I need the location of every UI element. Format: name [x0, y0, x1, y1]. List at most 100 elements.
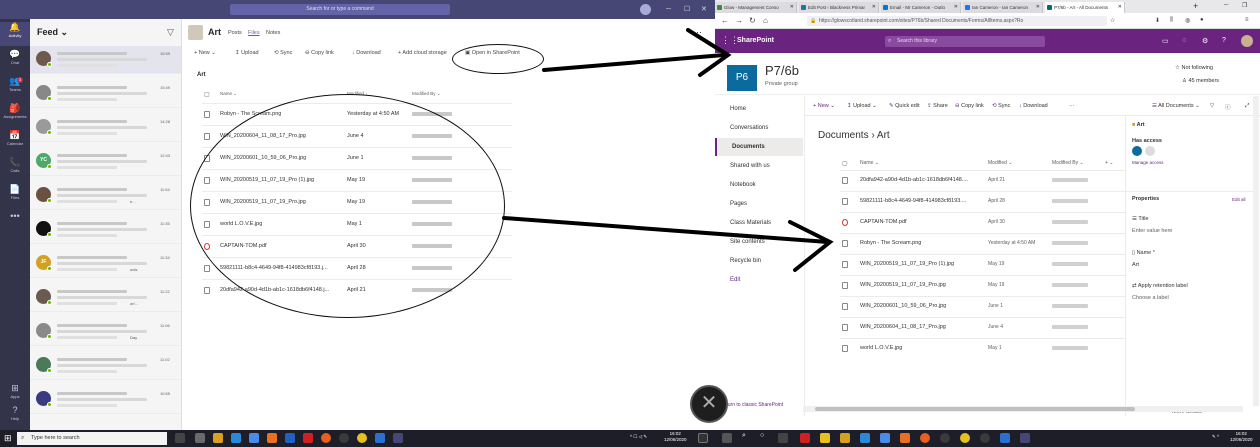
rail-item-calls[interactable]: 📞 Calls — [0, 157, 30, 181]
view-selector[interactable]: ☰ All Documents ⌄ — [1152, 103, 1200, 109]
site-logo[interactable]: P6 — [727, 65, 757, 91]
extension-icon[interactable]: ◍ — [1185, 17, 1190, 24]
table-row[interactable]: WIN_20200519_11_07_19_Pro.jpg May 19 — [840, 275, 1130, 295]
more-options-icon[interactable]: ⋯ — [693, 27, 702, 38]
outlook-icon[interactable] — [285, 433, 295, 443]
rail-item-teams[interactable]: 👥 Teams 3 — [0, 76, 30, 100]
table-row[interactable]: CAPTAIN-TOM.pdf April 30 — [840, 212, 1130, 232]
store-icon[interactable] — [267, 433, 277, 443]
user-avatar[interactable] — [1241, 35, 1253, 47]
word-icon[interactable] — [375, 433, 385, 443]
members-button[interactable]: ♙ 45 members — [1182, 78, 1219, 84]
rail-item-help[interactable]: ? Help — [0, 405, 30, 429]
file-name[interactable]: 20dfa942-a90d-4d1b-ab1c-1618db6f4148.... — [860, 177, 968, 183]
task-view-icon[interactable] — [175, 433, 185, 443]
tab-notes[interactable]: Notes — [266, 30, 280, 36]
app-icon[interactable] — [820, 433, 830, 443]
sync-button[interactable]: ⟲ Sync — [274, 50, 292, 56]
library-breadcrumb[interactable]: Documents › Art — [818, 130, 890, 141]
app-icon[interactable] — [940, 433, 950, 443]
address-bar[interactable]: 🔒 https://glowscotland.sharepoint.com/sit… — [807, 16, 1107, 26]
nav-item-recycle-bin[interactable]: Recycle bin — [715, 252, 803, 270]
rail-item-files[interactable]: 📄 Files — [0, 184, 30, 208]
download-button[interactable]: ↓ Download — [352, 50, 381, 56]
task-view-icon[interactable] — [778, 433, 788, 443]
firefox-icon[interactable] — [321, 433, 331, 443]
nav-item-site-contents[interactable]: Site contents — [715, 233, 803, 251]
chat-icon[interactable]: ▭ — [1162, 37, 1169, 45]
title-field[interactable]: Enter value here — [1132, 228, 1172, 234]
feed-item[interactable]: JF ools 11:34 — [30, 250, 181, 278]
file-name[interactable]: CAPTAIN-TOM.pdf — [860, 219, 907, 225]
access-avatar[interactable] — [1132, 146, 1142, 156]
column-name[interactable]: Name ⌄ — [860, 160, 879, 166]
notification-icon[interactable]: ◌ — [1182, 37, 1186, 44]
feed-item[interactable]: 15:49 — [30, 80, 181, 108]
file-name[interactable]: WIN_20200601_10_59_06_Pro.jpg — [860, 303, 946, 309]
copy-link-button[interactable]: ⊖ Copy link — [305, 50, 334, 56]
feed-item[interactable]: on'... 11:22 — [30, 284, 181, 312]
close-tab-icon[interactable]: ✕ — [790, 2, 794, 13]
feed-item[interactable]: 11:02 — [30, 352, 181, 380]
system-tray-icons[interactable]: ^ ☐ ◁ ✎ — [630, 434, 647, 440]
sharepoint-brand[interactable]: SharePoint — [737, 37, 774, 44]
taskbar-search-input[interactable]: ⌕ Type here to search — [17, 432, 167, 445]
file-name[interactable]: Robyn - The Scream.png — [860, 240, 921, 246]
app-icon[interactable] — [880, 433, 890, 443]
edit-all-link[interactable]: Edit all — [1232, 197, 1246, 202]
new-button[interactable]: + New ⌄ — [813, 103, 835, 109]
new-tab-icon[interactable]: + — [1193, 1, 1198, 11]
close-tab-icon[interactable]: ✕ — [1118, 2, 1122, 13]
info-icon[interactable]: ⓘ — [1225, 103, 1231, 111]
forward-icon[interactable]: → — [735, 16, 743, 25]
app-icon[interactable] — [980, 433, 990, 443]
column-name[interactable]: Name ⌄ — [220, 91, 237, 101]
breadcrumb[interactable]: Art — [197, 72, 206, 78]
chrome-icon[interactable] — [960, 433, 970, 443]
account-icon[interactable]: ● — [1200, 17, 1204, 23]
menu-icon[interactable]: ≡ — [1245, 17, 1249, 23]
vertical-scrollbar[interactable] — [1253, 96, 1259, 406]
nav-item-edit[interactable]: Edit — [715, 271, 803, 289]
windows-start-icon[interactable] — [722, 433, 732, 443]
restore-icon[interactable]: ❐ — [1242, 2, 1247, 9]
help-icon[interactable]: ? — [1222, 37, 1226, 44]
home-icon[interactable]: ⌂ — [763, 16, 768, 25]
windows-start-icon[interactable]: ⊞ — [4, 433, 12, 443]
feed-title[interactable]: Feed ⌄ — [37, 27, 68, 38]
horizontal-scroll-thumb[interactable] — [815, 407, 1135, 411]
file-name[interactable]: WIN_20200604_11_08_17_Pro.jpg — [860, 324, 946, 330]
share-button[interactable]: ⇪ Share — [927, 103, 948, 109]
library-icon[interactable]: ⫼ — [1170, 17, 1173, 24]
file-explorer-icon[interactable] — [840, 433, 850, 443]
nav-item-home[interactable]: Home — [715, 100, 803, 118]
name-field[interactable]: Art — [1132, 262, 1139, 268]
feed-item[interactable]: 14:28 — [30, 114, 181, 142]
return-to-classic-link[interactable]: Return to classic SharePoint — [720, 402, 783, 408]
new-button[interactable]: + New ⌄ — [194, 50, 216, 56]
maximize-icon[interactable]: ☐ — [684, 5, 690, 14]
rail-item-apps[interactable]: ⊞ Apps — [0, 383, 30, 407]
system-tray-icons[interactable]: ✎ ^ — [1212, 434, 1219, 440]
file-explorer-icon[interactable] — [213, 433, 223, 443]
settings-gear-icon[interactable]: ⚙ — [1202, 37, 1208, 45]
table-row[interactable]: WIN_20200604_11_08_17_Pro.jpg June 4 — [840, 317, 1130, 337]
manage-access-link[interactable]: Manage access — [1132, 160, 1164, 165]
upload-button[interactable]: ↥ Upload ⌄ — [847, 103, 877, 109]
nav-item-notebook[interactable]: Notebook — [715, 176, 803, 194]
site-title[interactable]: P7/6b — [765, 63, 799, 78]
nav-item-documents[interactable]: Documents — [715, 138, 803, 156]
browser-tab[interactable]: Email - Mr Cameron - Outlo ✕ — [881, 2, 961, 13]
copy-link-button[interactable]: ⊖ Copy link — [955, 103, 984, 109]
rail-item-calendar[interactable]: 📅 Calendar — [0, 130, 30, 154]
filter-icon[interactable]: ▽ — [167, 27, 174, 38]
nav-item-conversations[interactable]: Conversations — [715, 119, 803, 137]
file-name[interactable]: world L.O.V.E.jpg — [860, 345, 902, 351]
sync-button[interactable]: ⟲ Sync — [992, 103, 1010, 109]
feed-item[interactable]: 10:55 — [30, 386, 181, 414]
chrome-icon[interactable] — [357, 433, 367, 443]
retention-field[interactable]: Choose a label — [1132, 295, 1169, 301]
column-modified-by[interactable]: Modified By ⌄ — [412, 91, 441, 101]
follow-button[interactable]: ☆ Not following — [1175, 65, 1213, 71]
feed-item[interactable]: Day 11:06 — [30, 318, 181, 346]
